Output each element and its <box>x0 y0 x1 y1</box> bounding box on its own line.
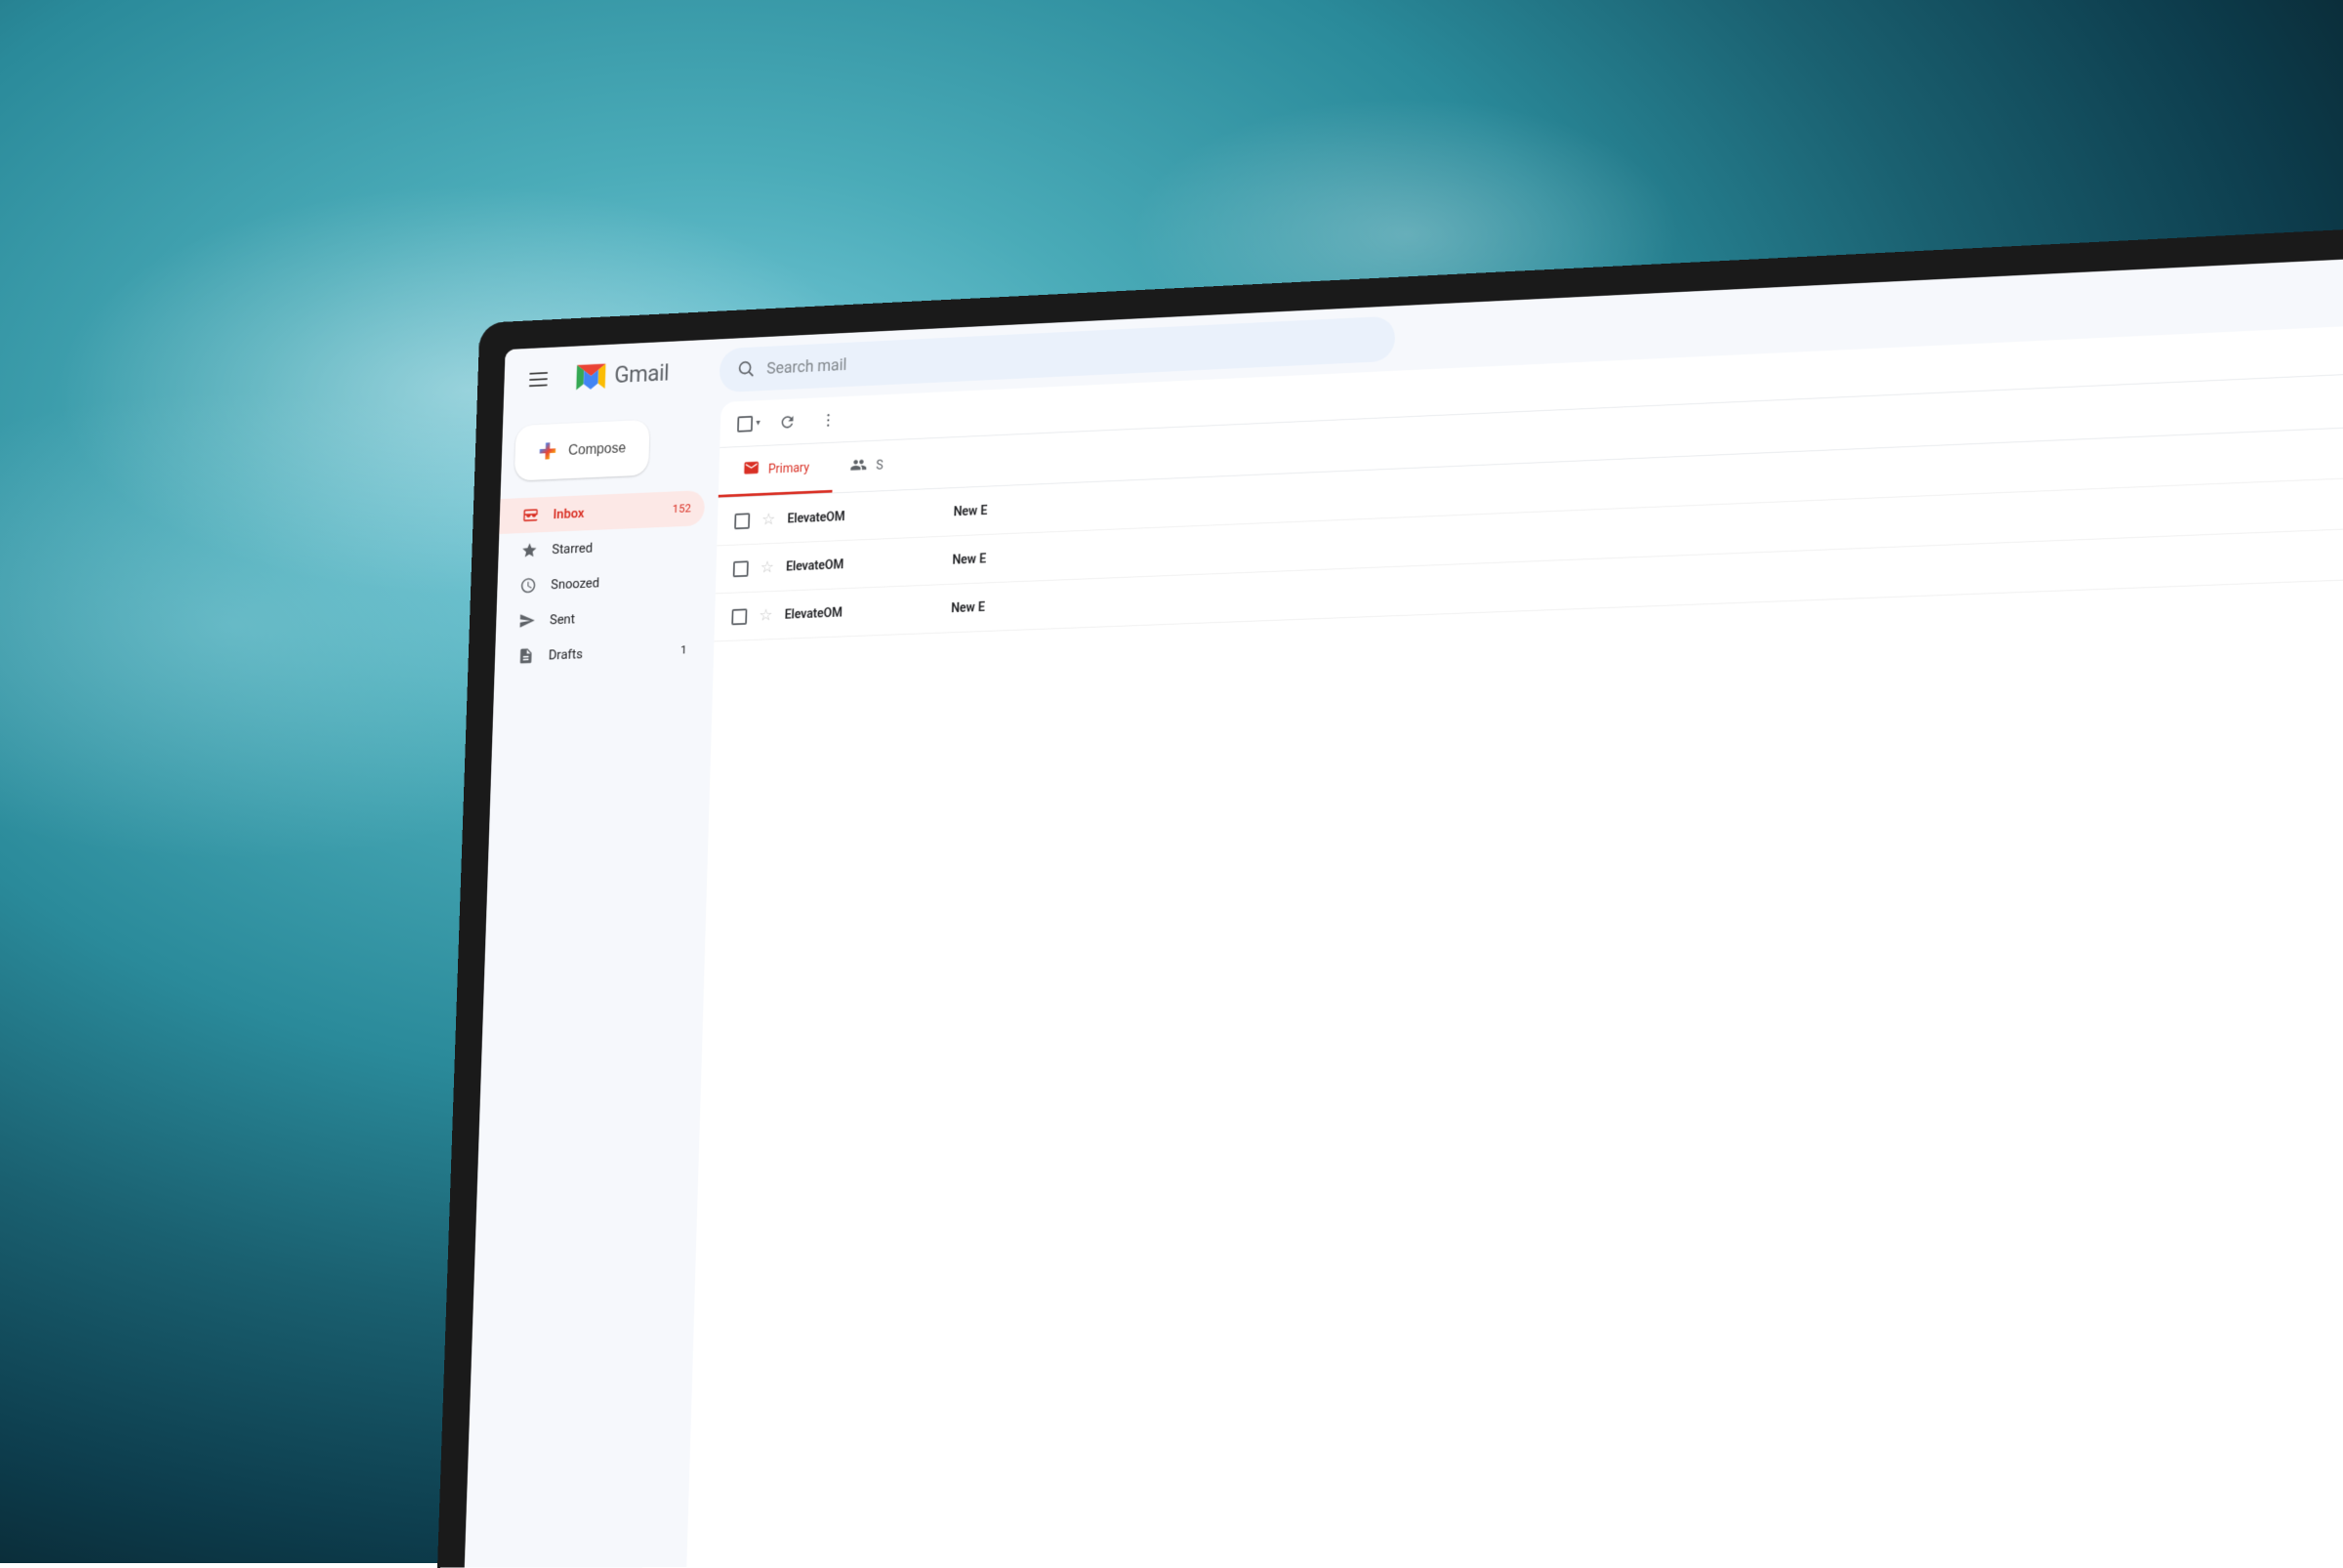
gmail-logo: Gmail <box>572 353 670 396</box>
sidebar-item-drafts[interactable]: Drafts 1 <box>494 632 700 675</box>
starred-label: Starred <box>552 540 593 557</box>
laptop-frame: Gmail Search mail ✚ <box>437 229 2343 1568</box>
refresh-button[interactable] <box>773 407 802 436</box>
email-checkbox-2[interactable] <box>733 560 749 577</box>
screen: Gmail Search mail ✚ <box>465 260 2343 1568</box>
search-icon <box>736 358 756 381</box>
gmail-app: Gmail Search mail ✚ <box>465 260 2343 1568</box>
main-area: ✚ Compose Inbox 152 <box>465 326 2343 1567</box>
inbox-label: Inbox <box>553 505 584 522</box>
tab-primary[interactable]: Primary <box>719 443 834 498</box>
select-all-checkbox[interactable] <box>737 415 753 432</box>
primary-tab-icon <box>743 459 760 481</box>
compose-label: Compose <box>568 440 626 459</box>
email-subject-text-3: New E <box>951 599 985 615</box>
hamburger-line <box>529 378 548 381</box>
drafts-label: Drafts <box>549 646 583 664</box>
hamburger-line <box>529 372 548 375</box>
inbox-icon <box>521 505 540 525</box>
gmail-m-icon <box>572 356 610 396</box>
tab-social[interactable]: S <box>833 441 901 490</box>
email-subject-text-2: New E <box>952 552 986 567</box>
sent-label: Sent <box>550 611 575 628</box>
sidebar: ✚ Compose Inbox 152 <box>465 402 721 1568</box>
email-star-3[interactable]: ☆ <box>759 606 773 626</box>
drafts-icon <box>516 646 536 667</box>
clock-icon <box>518 575 537 596</box>
select-all-dropdown[interactable]: ▾ <box>737 415 760 432</box>
hamburger-line <box>529 385 548 388</box>
send-icon <box>517 610 536 631</box>
email-star-2[interactable]: ☆ <box>760 557 775 577</box>
star-icon <box>520 540 539 560</box>
search-input[interactable]: Search mail <box>766 330 1377 378</box>
primary-tab-label: Primary <box>768 461 810 476</box>
compose-button[interactable]: ✚ Compose <box>514 420 650 481</box>
email-subject-text-1: New E <box>954 503 988 518</box>
select-dropdown-arrow[interactable]: ▾ <box>756 418 760 428</box>
gmail-brand-text: Gmail <box>614 360 670 390</box>
hamburger-menu-button[interactable] <box>520 363 556 396</box>
more-options-button[interactable] <box>814 405 843 434</box>
compose-plus-icon: ✚ <box>538 437 557 466</box>
email-checkbox-1[interactable] <box>734 513 750 529</box>
email-sender-1: ElevateOM <box>787 505 941 525</box>
email-sender-2: ElevateOM <box>786 554 940 574</box>
inbox-badge: 152 <box>673 502 691 516</box>
email-list-area: ▾ <box>686 326 2343 1567</box>
email-sender-3: ElevateOM <box>784 601 939 622</box>
social-tab-icon <box>850 456 868 478</box>
email-star-1[interactable]: ☆ <box>761 510 776 529</box>
email-checkbox-3[interactable] <box>731 608 747 625</box>
snoozed-label: Snoozed <box>551 575 599 593</box>
social-tab-label: S <box>876 459 884 474</box>
drafts-badge: 1 <box>680 643 687 657</box>
